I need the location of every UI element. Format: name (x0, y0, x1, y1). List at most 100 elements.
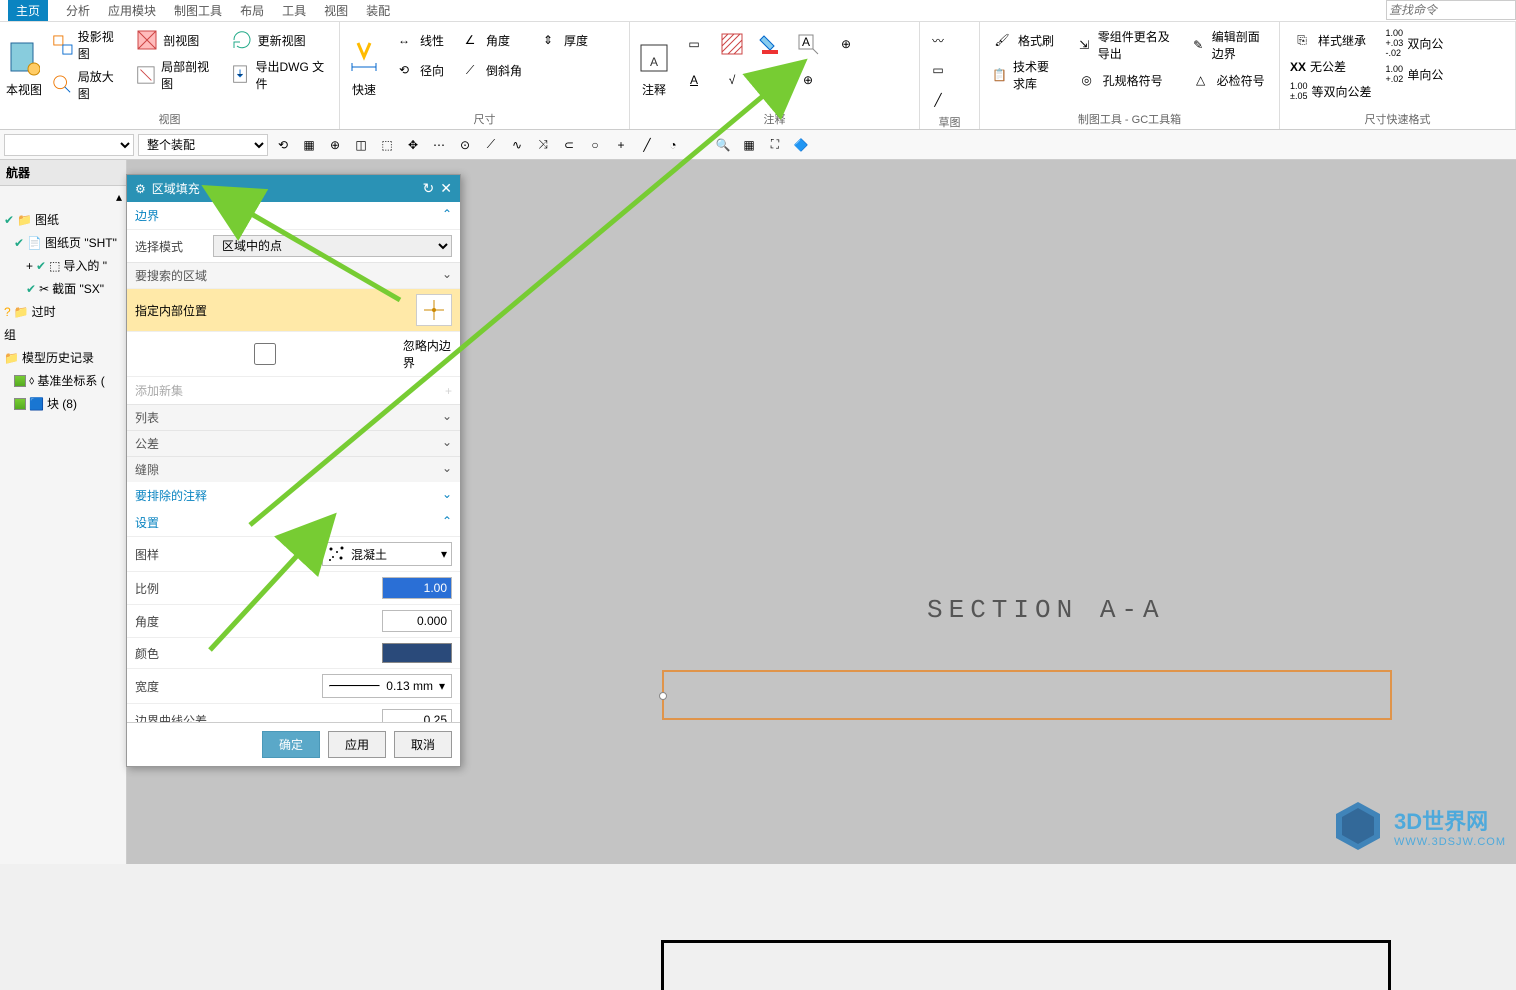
tb-icon-12[interactable]: ⊂ (558, 134, 580, 156)
tb-icon-2[interactable]: ▦ (298, 134, 320, 156)
tb-icon-15[interactable]: ╱ (636, 134, 658, 156)
scale-input[interactable] (382, 577, 452, 599)
menu-analysis[interactable]: 分析 (66, 2, 90, 19)
rename-export-button[interactable]: ⇲零组件更名及导出 (1071, 26, 1179, 64)
dialog-titlebar[interactable]: ⚙ 区域填充 ↻ ✕ (127, 175, 460, 202)
hole-spec-button[interactable]: ◎孔规格符号 (1071, 66, 1179, 94)
radial-dim-button[interactable]: ⟲径向 (388, 56, 448, 84)
mandatory-check-button[interactable]: △必检符号 (1185, 66, 1273, 94)
tb-icon-11[interactable]: ⤨ (532, 134, 554, 156)
bilateral-tol-button[interactable]: 1.00+.03-.02双向公 (1382, 26, 1448, 60)
datum-feature-button[interactable]: A (678, 66, 710, 94)
nav-item-sheet[interactable]: ✔📄图纸页 "SHT" (0, 231, 126, 254)
unilateral-tol-button[interactable]: 1.00+.02单向公 (1382, 62, 1448, 86)
detail-view-button[interactable]: 局放大图 (48, 66, 125, 104)
style-inherit-button[interactable]: ⎘样式继承 (1286, 26, 1376, 54)
section-exclude[interactable]: 要排除的注释⌄ (127, 482, 460, 509)
menu-drafting[interactable]: 制图工具 (174, 2, 222, 19)
tb-icon-8[interactable]: ⊙ (454, 134, 476, 156)
angular-dim-button[interactable]: ∠角度 (454, 26, 526, 54)
tb-fit-icon[interactable]: 🔍 (712, 134, 734, 156)
crosshatch-button[interactable] (716, 30, 748, 58)
centerline-button[interactable]: ⊕ (792, 66, 824, 94)
section-settings[interactable]: 设置⌃ (127, 509, 460, 536)
nav-item-drawing[interactable]: ✔📁图纸 (0, 208, 126, 231)
area-fill-button[interactable] (754, 30, 786, 58)
tb-icon-9[interactable]: ⟋ (480, 134, 502, 156)
feature-control-button[interactable]: ▭ (678, 30, 710, 58)
filter-combo-2[interactable]: 整个装配 (138, 134, 268, 156)
chamfer-dim-button[interactable]: ⟋倒斜角 (454, 56, 526, 84)
surface-finish-button[interactable]: √ (716, 66, 748, 94)
export-dwg-button[interactable]: 导出DWG 文件 (226, 56, 333, 94)
dialog-close-icon[interactable]: ✕ (440, 180, 452, 197)
curve-tol-input[interactable] (382, 709, 452, 722)
rapid-dim-button[interactable]: 快速 (346, 26, 382, 109)
section-geometry[interactable] (662, 670, 1392, 720)
section-handle[interactable] (659, 692, 667, 700)
base-view-button[interactable]: 本视图 (6, 26, 42, 109)
target-point-button[interactable]: ⊕ (830, 30, 862, 58)
menu-app[interactable]: 应用模块 (108, 2, 156, 19)
tb-icon-1[interactable]: ⟲ (272, 134, 294, 156)
weld-symbol-button[interactable]: ⤹ (754, 66, 786, 94)
no-tol-button[interactable]: XX无公差 (1286, 56, 1376, 77)
nav-item-section[interactable]: ✔✂截面 "SX" (0, 277, 126, 300)
tech-req-button[interactable]: 📋技术要求库 (986, 56, 1065, 94)
tb-icon-16[interactable]: ◔ (662, 134, 684, 156)
update-views-button[interactable]: 更新视图 (226, 26, 333, 54)
tb-icon-10[interactable]: ∿ (506, 134, 528, 156)
tb-icon-7[interactable]: ⋯ (428, 134, 450, 156)
row-search-area[interactable]: 要搜索的区域⌄ (127, 262, 460, 288)
menu-assembly[interactable]: 装配 (366, 2, 390, 19)
tb-zoom-icon[interactable]: ▦ (738, 134, 760, 156)
eq-bilateral-button[interactable]: 1.00±.05等双向公差 (1286, 79, 1376, 103)
nav-item-group[interactable]: 组 (0, 323, 126, 346)
apply-button[interactable]: 应用 (328, 731, 386, 758)
linear-dim-button[interactable]: ↔线性 (388, 26, 448, 54)
nav-item-csys[interactable]: ⬨基准坐标系 ( (0, 369, 126, 392)
dialog-reset-icon[interactable]: ↻ (423, 180, 435, 197)
tb-render-icon[interactable]: 🔷 (790, 134, 812, 156)
menu-view[interactable]: 视图 (324, 2, 348, 19)
width-dropdown[interactable]: 0.13 mm▾ (322, 674, 452, 698)
tb-icon-6[interactable]: ✥ (402, 134, 424, 156)
row-list[interactable]: 列表⌄ (127, 404, 460, 430)
balloon-button[interactable]: A (792, 30, 824, 58)
section-view-button[interactable]: 剖视图 (131, 26, 219, 54)
note-button[interactable]: A注释 (636, 26, 672, 109)
nav-item-history[interactable]: 📁模型历史记录 (0, 346, 126, 369)
menu-layout[interactable]: 布局 (240, 2, 264, 19)
row-tolerance[interactable]: 公差⌄ (127, 430, 460, 456)
command-search[interactable] (1386, 0, 1516, 20)
projected-view-button[interactable]: 投影视图 (48, 26, 125, 64)
nav-item-block[interactable]: 🟦块 (8) (0, 392, 126, 415)
sketch-curve-icon[interactable]: 〰 (926, 28, 950, 52)
tb-icon-13[interactable]: ○ (584, 134, 606, 156)
pattern-dropdown[interactable]: 混凝土▾ (322, 542, 452, 566)
tb-icon-14[interactable]: + (610, 134, 632, 156)
filter-combo-1[interactable] (4, 134, 134, 156)
menu-tools[interactable]: 工具 (282, 2, 306, 19)
thickness-dim-button[interactable]: ⇕厚度 (532, 26, 592, 54)
local-section-button[interactable]: 局部剖视图 (131, 56, 219, 94)
tb-icon-5[interactable]: ⬚ (376, 134, 398, 156)
nav-item-outdated[interactable]: ?📁过时 (0, 300, 126, 323)
gear-icon[interactable]: ⚙ (135, 182, 146, 196)
row-gap[interactable]: 缝隙⌄ (127, 456, 460, 482)
ok-button[interactable]: 确定 (262, 731, 320, 758)
row-specify-point[interactable]: 指定内部位置 (127, 288, 460, 331)
angle-input[interactable] (382, 610, 452, 632)
color-swatch[interactable] (382, 643, 452, 663)
ignore-inner-checkbox[interactable] (135, 343, 395, 365)
format-painter-button[interactable]: 🖌格式刷 (986, 26, 1065, 54)
tb-icon-4[interactable]: ◫ (350, 134, 372, 156)
cancel-button[interactable]: 取消 (394, 731, 452, 758)
tb-pan-icon[interactable]: ⛶ (764, 134, 786, 156)
select-mode-dropdown[interactable]: 区域中的点 (213, 235, 452, 257)
sketch-line-icon[interactable]: ╱ (926, 88, 950, 112)
section-boundary[interactable]: 边界⌃ (127, 202, 460, 229)
tb-icon-3[interactable]: ⊕ (324, 134, 346, 156)
menu-home[interactable]: 主页 (8, 0, 48, 21)
specify-point-button[interactable] (416, 294, 452, 326)
